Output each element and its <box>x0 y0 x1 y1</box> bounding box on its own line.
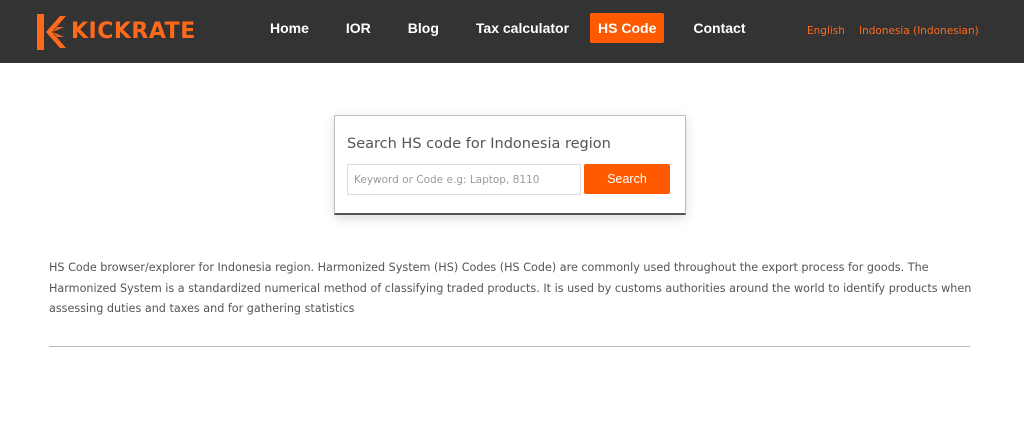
search-input[interactable] <box>347 164 581 195</box>
nav-blog-link[interactable]: Blog <box>400 13 447 43</box>
hs-code-search-card: Search HS code for Indonesia region Sear… <box>334 115 686 215</box>
kickrate-logo[interactable]: KICKRATE <box>33 12 196 52</box>
search-button[interactable]: Search <box>584 164 670 194</box>
nav-ior-link[interactable]: IOR <box>338 13 379 43</box>
hs-code-description: HS Code browser/explorer for Indonesia r… <box>49 261 972 315</box>
nav-hs-code-link[interactable]: HS Code <box>590 13 665 43</box>
kickrate-logo-icon <box>37 14 66 50</box>
section-divider <box>49 346 970 347</box>
nav-contact-link[interactable]: Contact <box>685 13 753 43</box>
language-indonesian-link[interactable]: Indonesia (Indonesian) <box>859 23 979 39</box>
logo-wordmark: KICKRATE <box>71 19 196 44</box>
language-english-link[interactable]: English <box>807 23 845 39</box>
main-nav: Home IOR Blog Tax calculator HS Code Con… <box>262 13 754 43</box>
nav-tax-calculator-link[interactable]: Tax calculator <box>468 13 577 43</box>
nav-home-link[interactable]: Home <box>262 13 317 43</box>
top-navigation-bar: KICKRATE Home IOR Blog Tax calculator HS… <box>0 0 1024 63</box>
search-card-title: Search HS code for Indonesia region <box>347 136 611 152</box>
